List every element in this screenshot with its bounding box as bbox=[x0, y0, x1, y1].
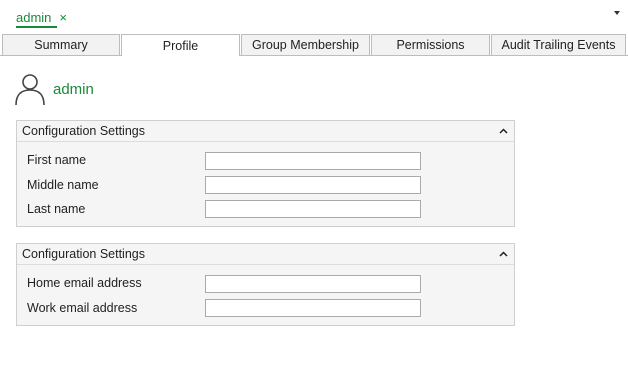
tab-label: Permissions bbox=[396, 38, 465, 52]
tab-label: Summary bbox=[34, 38, 88, 52]
chevron-up-icon[interactable] bbox=[497, 248, 509, 260]
tab-audit-trailing-events[interactable]: Audit Trailing Events bbox=[491, 34, 626, 55]
panel-header[interactable]: Configuration Settings bbox=[17, 121, 514, 142]
panel-title: Configuration Settings bbox=[22, 124, 145, 138]
tab-label: Profile bbox=[162, 38, 199, 53]
work-email-label: Work email address bbox=[27, 301, 138, 315]
chevron-up-icon[interactable] bbox=[497, 125, 509, 137]
work-email-field[interactable] bbox=[205, 299, 421, 317]
tab-group-membership[interactable]: Group Membership bbox=[241, 34, 370, 55]
middle-name-label: Middle name bbox=[27, 178, 99, 192]
panel-title: Configuration Settings bbox=[22, 247, 145, 261]
document-tab-title[interactable]: admin bbox=[16, 10, 51, 25]
tab-profile[interactable]: Profile bbox=[121, 34, 240, 56]
middle-name-field[interactable] bbox=[205, 176, 421, 194]
configuration-settings-panel-email: Configuration Settings Home email addres… bbox=[16, 243, 515, 326]
chevron-down-icon[interactable] bbox=[614, 11, 620, 15]
first-name-field[interactable] bbox=[205, 152, 421, 170]
last-name-field[interactable] bbox=[205, 200, 421, 218]
tab-label: Audit Trailing Events bbox=[501, 38, 616, 52]
user-icon bbox=[14, 72, 46, 106]
page-tab-bar: Summary Profile Group Membership Permiss… bbox=[0, 34, 628, 56]
tab-permissions[interactable]: Permissions bbox=[371, 34, 490, 55]
first-name-label: First name bbox=[27, 153, 87, 167]
home-email-field[interactable] bbox=[205, 275, 421, 293]
tab-summary[interactable]: Summary bbox=[2, 34, 120, 55]
last-name-label: Last name bbox=[27, 202, 86, 216]
active-tab-indicator bbox=[16, 26, 57, 28]
document-tab-strip: admin × bbox=[0, 0, 628, 32]
home-email-label: Home email address bbox=[27, 276, 142, 290]
user-name-heading: admin bbox=[53, 81, 94, 98]
tab-label: Group Membership bbox=[252, 38, 359, 52]
configuration-settings-panel-name: Configuration Settings First name Middle… bbox=[16, 120, 515, 227]
close-icon[interactable]: × bbox=[59, 11, 67, 24]
panel-header[interactable]: Configuration Settings bbox=[17, 244, 514, 265]
